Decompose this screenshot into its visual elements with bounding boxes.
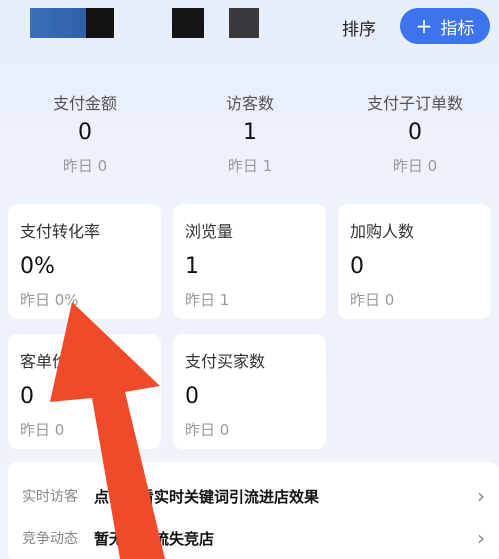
annotation-arrow-icon <box>50 302 165 559</box>
arrow-shape <box>50 302 165 559</box>
